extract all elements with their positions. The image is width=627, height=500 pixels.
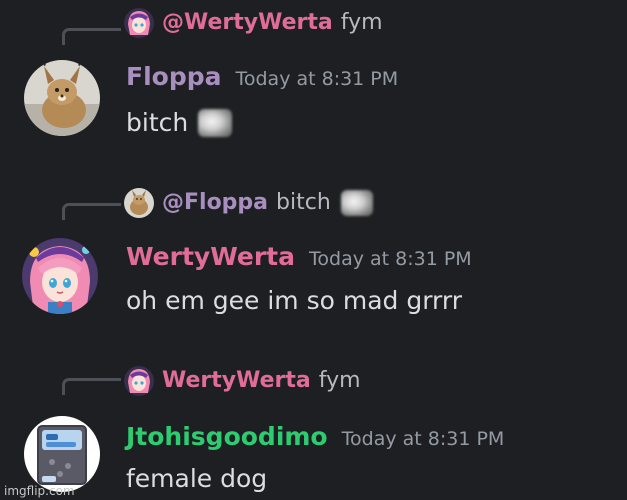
reply-connector xyxy=(62,203,121,220)
reply-mention[interactable]: @WertyWerta xyxy=(162,8,333,38)
anime-girl-avatar-icon xyxy=(124,8,154,38)
timestamp: Today at 8:31 PM xyxy=(235,68,399,90)
message-header: WertyWerta Today at 8:31 PM xyxy=(126,242,472,271)
message-text: female dog xyxy=(126,464,268,493)
message-text: bitch xyxy=(126,108,189,137)
chat-message-list: @WertyWerta fym Floppa Today at 8:31 PM … xyxy=(0,0,627,500)
blurred-face-emoji-icon xyxy=(198,108,233,137)
reply-text: fym xyxy=(318,368,361,393)
reply-mention[interactable]: @Floppa xyxy=(162,188,268,218)
username[interactable]: Floppa xyxy=(126,62,221,91)
message-header: Jtohisgoodimo Today at 8:31 PM xyxy=(126,422,504,451)
reply-connector xyxy=(62,378,121,395)
message-text: oh em gee im so mad grrrr xyxy=(126,286,463,315)
reply-connector xyxy=(62,28,121,45)
blurred-face-emoji-icon xyxy=(340,190,373,216)
timestamp: Today at 8:31 PM xyxy=(341,428,505,450)
reply-text: bitch xyxy=(276,190,331,215)
username[interactable]: Jtohisgoodimo xyxy=(126,422,328,451)
username[interactable]: WertyWerta xyxy=(126,242,295,271)
caracal-cat-avatar-icon xyxy=(124,188,154,218)
reply-preview[interactable]: @Floppa bitch xyxy=(124,188,373,218)
message-content: oh em gee im so mad grrrr xyxy=(126,286,462,315)
anime-girl-avatar-icon xyxy=(124,366,154,396)
message-content: bitch xyxy=(126,108,233,137)
timestamp: Today at 8:31 PM xyxy=(309,248,472,270)
message-header: Floppa Today at 8:31 PM xyxy=(126,62,398,91)
diaper-package-avatar-icon[interactable] xyxy=(24,416,100,492)
reply-text: fym xyxy=(340,10,383,35)
watermark: imgflip.com xyxy=(4,484,75,498)
anime-girl-avatar-icon[interactable] xyxy=(22,238,98,314)
reply-preview[interactable]: WertyWerta fym xyxy=(124,366,361,396)
reply-mention[interactable]: WertyWerta xyxy=(162,366,311,396)
message-content: female dog xyxy=(126,464,267,493)
caracal-cat-avatar-icon[interactable] xyxy=(24,60,100,136)
reply-preview[interactable]: @WertyWerta fym xyxy=(124,8,383,38)
